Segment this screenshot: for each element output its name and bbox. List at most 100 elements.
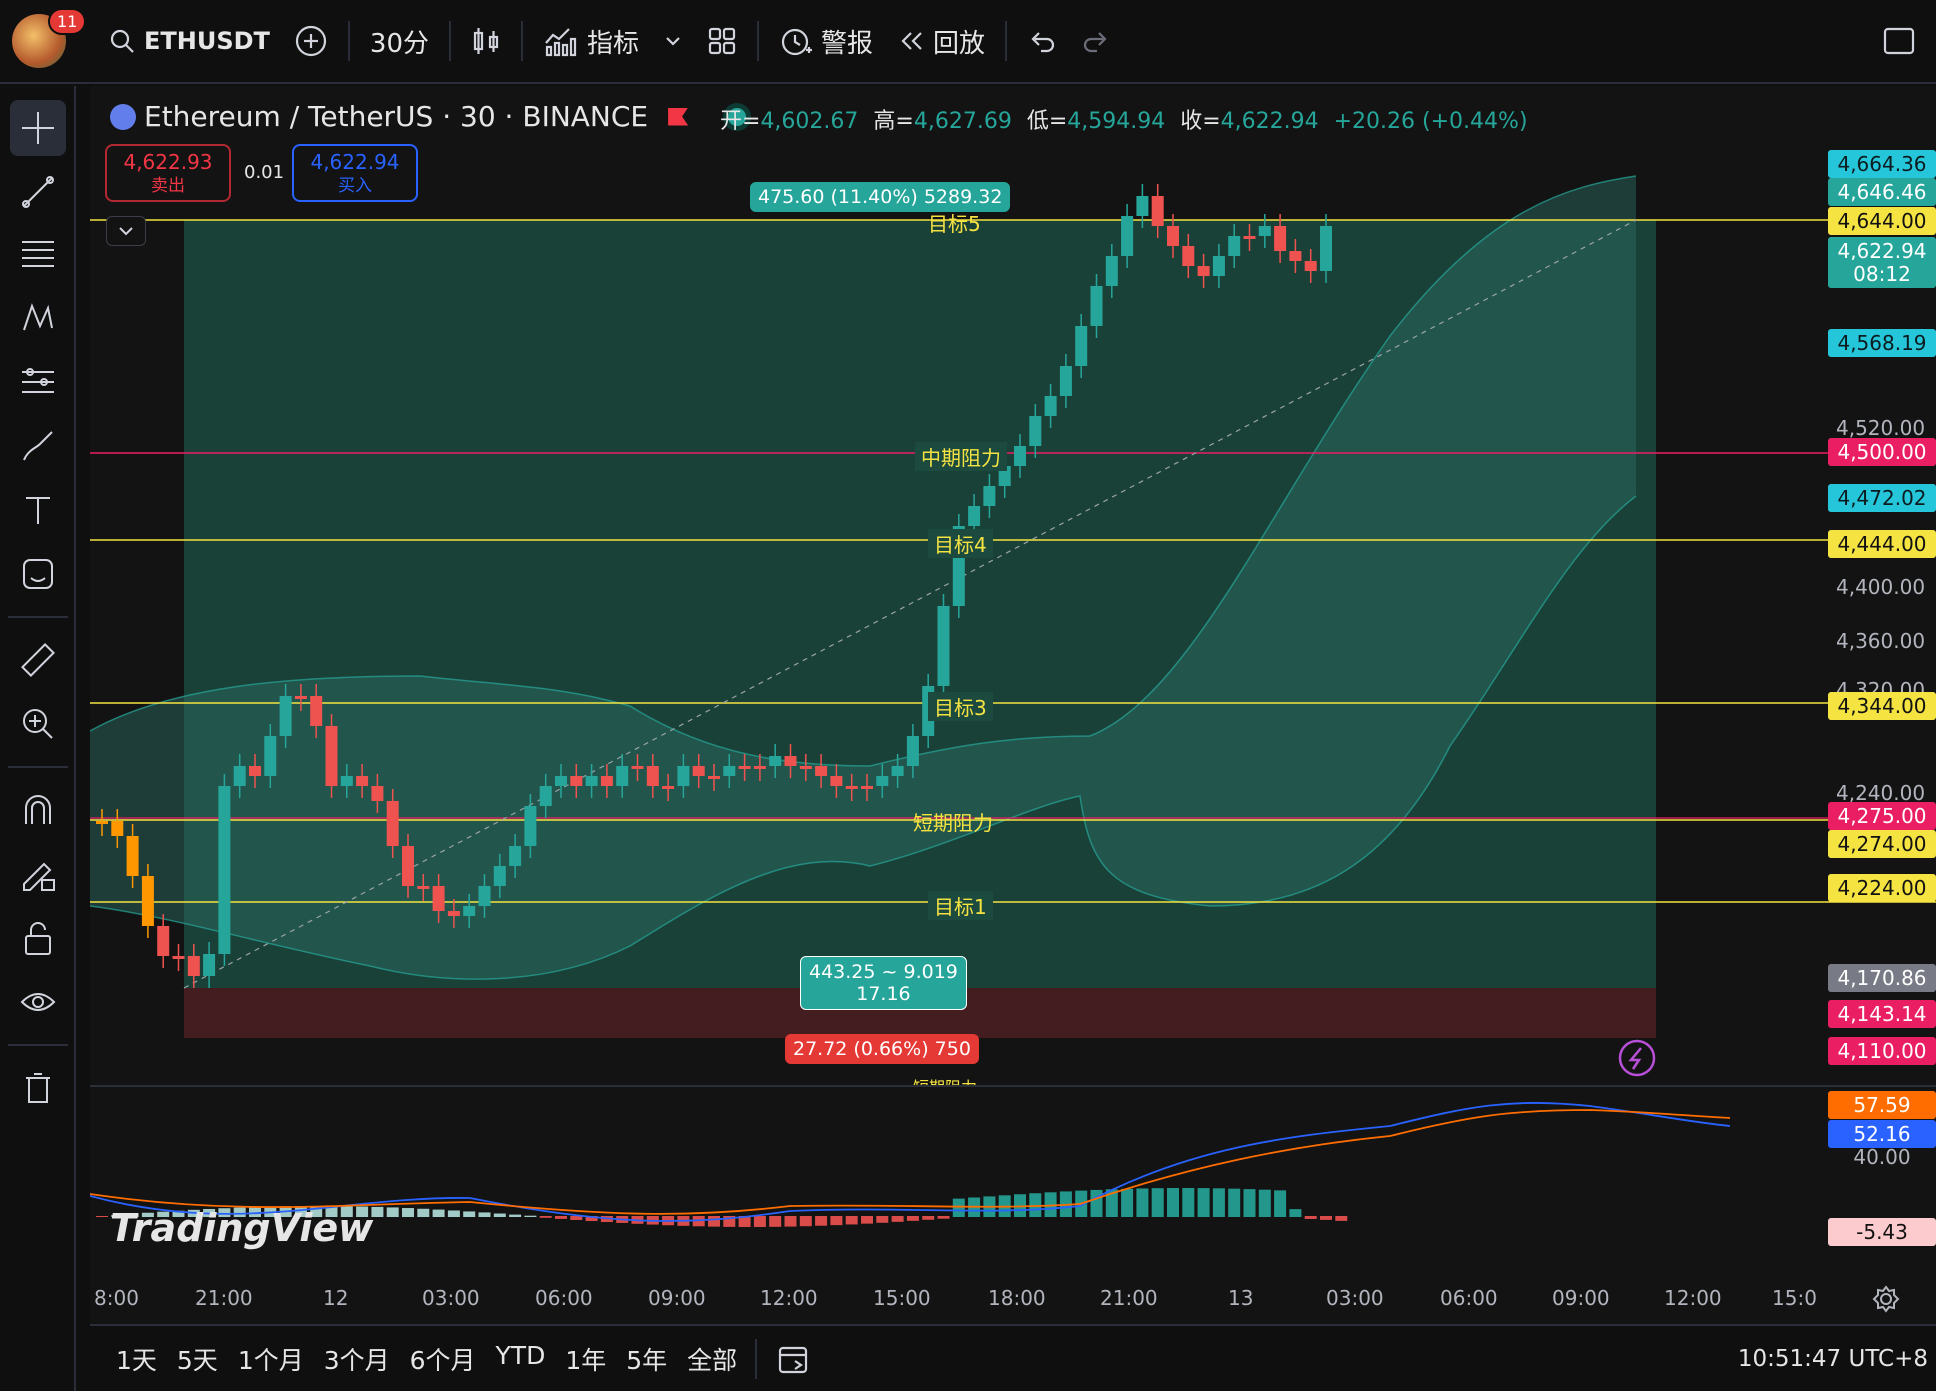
text-tool[interactable] [10,482,66,538]
brush-tool[interactable] [10,418,66,474]
sell-button[interactable]: 4,622.93 卖出 [105,144,231,202]
candle [157,926,170,956]
sell-label: 卖出 [151,176,185,196]
range-button[interactable]: 全部 [677,1341,747,1377]
histogram-bar [830,1216,843,1226]
range-button[interactable]: YTD [486,1341,556,1377]
user-avatar[interactable]: 11 [12,8,87,68]
price-label: 4,110.00 [1828,1037,1936,1065]
range-button[interactable]: 1天 [106,1341,167,1377]
candle [524,806,537,846]
sell-price: 4,622.93 [123,150,213,174]
time-tick: 12:00 [1664,1286,1722,1310]
high-label: 高= [873,109,914,134]
templates-dropdown[interactable] [651,11,695,71]
crosshair-tool[interactable] [10,100,66,156]
plus-circle-icon [295,25,327,57]
chart-pane[interactable]: 目标5 中期阻力 目标4 目标3 短期阻力 目标1 短期阻力 475.60 (1… [90,86,1936,1324]
histogram-bar [478,1212,491,1217]
flag-icon[interactable] [668,107,689,126]
replay-button[interactable]: 回放 [885,11,997,71]
range-button[interactable]: 5年 [616,1341,677,1377]
histogram-bar [417,1208,430,1217]
fullscreen-button[interactable] [1870,11,1928,71]
settings-button[interactable] [1872,1285,1900,1317]
pattern-tool[interactable] [10,290,66,346]
compare-symbol-button[interactable] [282,11,340,71]
candle [141,876,154,926]
histogram-bar [1151,1188,1164,1217]
interval-button[interactable]: 30分 [358,11,441,71]
chart-canvas[interactable] [90,86,1936,1324]
candle [1167,226,1179,246]
redo-button[interactable] [1069,11,1123,71]
candle [830,776,843,786]
lock-all-tool[interactable] [10,910,66,966]
indicator-label: 57.59 [1828,1091,1936,1119]
divider [755,1338,758,1379]
candle [249,766,261,776]
chart-type-button[interactable] [459,11,513,71]
candle [371,786,384,801]
alerts-button[interactable]: 警报 [767,11,885,71]
price-label: 08:12 [1828,260,1936,288]
divider [8,766,68,768]
magnet-tool[interactable] [10,782,66,838]
entry-badge-line2: 17.16 [856,983,911,1005]
range-button[interactable]: 5天 [167,1341,228,1377]
target4-label: 目标4 [928,529,993,558]
candle [340,776,353,786]
zoom-tool[interactable] [10,696,66,752]
trash-icon [26,1073,50,1103]
forecast-tool[interactable] [10,354,66,410]
buy-button[interactable]: 4,622.94 买入 [292,144,418,202]
indicators-button[interactable]: 指标 [531,11,651,71]
alarm-clock-icon [781,28,813,56]
hide-drawings-tool[interactable] [10,974,66,1030]
divider [521,21,524,61]
time-tick: 03:00 [422,1286,480,1310]
candles-icon [473,28,499,54]
measure-tool[interactable] [10,632,66,688]
price-label: 4,143.14 [1828,1000,1936,1028]
candle [1197,266,1210,276]
undo-button[interactable] [1015,11,1069,71]
candle [937,606,950,686]
candle [1243,236,1256,239]
time-tick: 18:00 [988,1286,1046,1310]
layout-button[interactable] [695,11,749,71]
ethereum-icon [110,103,136,130]
divider [449,21,452,61]
candle [799,766,812,769]
histogram-bar [799,1216,812,1227]
candle [1044,396,1057,416]
brush-icon [23,431,53,461]
candle [432,886,445,911]
price-label: 4,500.00 [1828,438,1936,466]
histogram-bar [1258,1189,1271,1217]
candle [1075,326,1088,366]
buy-label: 买入 [338,176,372,196]
trendline-tool[interactable] [10,164,66,220]
short-resistance-label: 短期阻力 [913,811,993,835]
range-button[interactable]: 1年 [555,1341,616,1377]
range-button[interactable]: 1个月 [228,1341,314,1377]
divider [1005,21,1008,61]
delete-tool[interactable] [10,1060,66,1116]
emoji-tool[interactable] [10,546,66,602]
histogram-bar [1274,1190,1287,1217]
candle [509,846,522,866]
goto-date-button[interactable] [765,1329,823,1389]
change-value: +20.26 (+0.44%) [1333,109,1528,134]
range-button[interactable]: 3个月 [314,1341,400,1377]
symbol-search-button[interactable]: ETHUSDT [96,11,282,71]
range-button[interactable]: 6个月 [400,1341,486,1377]
fib-tool[interactable] [10,226,66,282]
chart-legend[interactable]: Ethereum / TetherUS · 30 · BINANCE [110,100,747,133]
chevron-down-icon [119,227,133,236]
mid-resistance-label: 中期阻力 [915,442,1007,471]
lightning-icon[interactable] [1618,1039,1656,1077]
collapse-legend-button[interactable] [106,216,146,246]
lock-drawing-tool[interactable] [10,846,66,902]
histogram-bar [96,1216,108,1217]
